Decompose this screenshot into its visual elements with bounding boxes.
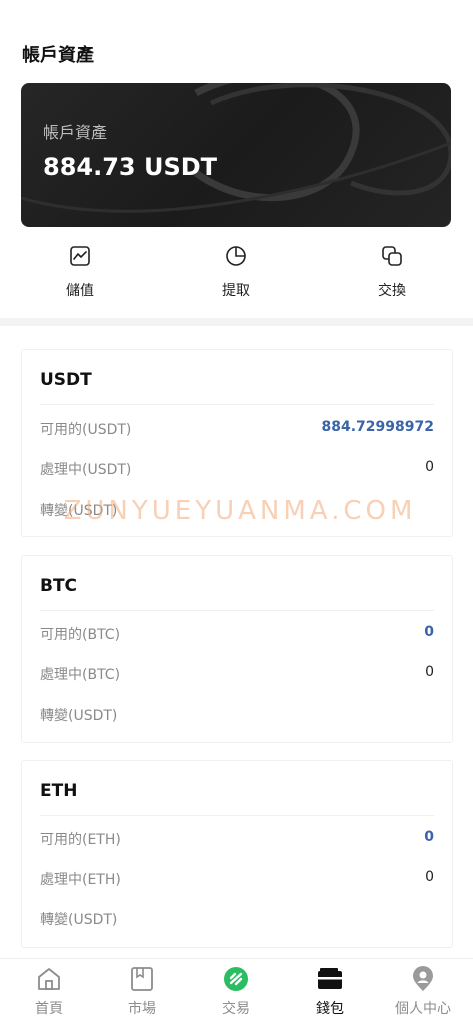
tab-market[interactable]: 市場: [97, 959, 187, 1025]
exchange-button[interactable]: 交換: [342, 240, 442, 304]
available-row: 可用的(BTC) 0: [40, 624, 434, 644]
section-divider: [0, 318, 473, 326]
tab-home-label: 首頁: [35, 1001, 63, 1017]
coin-card-btc: BTC 可用的(BTC) 0 處理中(BTC) 0 轉變(USDT): [21, 555, 453, 743]
available-label: 可用的(BTC): [40, 627, 121, 643]
exchange-label: 交換: [378, 283, 406, 299]
conversion-row[interactable]: 轉變(USDT): [40, 705, 434, 725]
tab-wallet[interactable]: 錢包: [285, 959, 375, 1025]
asset-card: 帳戶資產 884.73 USDT: [21, 83, 451, 227]
processing-row: 處理中(BTC) 0: [40, 664, 434, 684]
pie-chart-icon: [226, 246, 246, 266]
asset-value: 884.73 USDT: [43, 153, 218, 181]
tab-profile[interactable]: 個人中心: [378, 959, 468, 1025]
available-value: 0: [424, 624, 434, 640]
exchange-icon: [382, 246, 402, 266]
coin-card-eth: ETH 可用的(ETH) 0 處理中(ETH) 0 轉變(USDT): [21, 760, 453, 948]
tab-wallet-label: 錢包: [316, 1001, 344, 1017]
coin-divider: [40, 404, 434, 405]
asset-label: 帳戶資產: [43, 123, 108, 142]
conversion-row[interactable]: 轉變(USDT): [40, 909, 434, 929]
coin-title: ETH: [40, 781, 78, 801]
processing-row: 處理中(USDT) 0: [40, 459, 434, 479]
quick-actions: 儲值 提取 交換: [0, 240, 473, 310]
conversion-label: 轉變(USDT): [40, 912, 118, 928]
tab-trade-label: 交易: [222, 1001, 250, 1017]
tab-profile-label: 個人中心: [395, 1001, 451, 1017]
available-label: 可用的(ETH): [40, 832, 121, 848]
tab-market-label: 市場: [128, 1001, 156, 1017]
withdraw-button[interactable]: 提取: [186, 240, 286, 304]
available-label: 可用的(USDT): [40, 422, 132, 438]
bookmark-icon: [131, 967, 153, 991]
wallet-icon: [318, 968, 342, 989]
conversion-label: 轉變(USDT): [40, 708, 118, 724]
coin-divider: [40, 815, 434, 816]
deposit-label: 儲值: [66, 283, 94, 299]
chart-line-icon: [70, 246, 90, 266]
available-value: 0: [424, 829, 434, 845]
tab-home[interactable]: 首頁: [4, 959, 94, 1025]
available-row: 可用的(ETH) 0: [40, 829, 434, 849]
processing-label: 處理中(USDT): [40, 462, 132, 478]
processing-label: 處理中(ETH): [40, 872, 121, 888]
available-value: 884.72998972: [321, 419, 434, 435]
coin-divider: [40, 610, 434, 611]
user-location-icon: [413, 966, 433, 991]
trade-icon: [224, 967, 248, 991]
deposit-button[interactable]: 儲值: [30, 240, 130, 304]
tab-trade[interactable]: 交易: [191, 959, 281, 1025]
processing-value: 0: [425, 459, 434, 475]
home-icon: [38, 968, 60, 990]
processing-value: 0: [425, 869, 434, 885]
processing-value: 0: [425, 664, 434, 680]
coin-title: BTC: [40, 576, 78, 596]
coin-title: USDT: [40, 370, 92, 390]
processing-label: 處理中(BTC): [40, 667, 121, 683]
watermark: ZUNYUEYUANMA.COM: [63, 496, 417, 526]
withdraw-label: 提取: [222, 283, 250, 299]
processing-row: 處理中(ETH) 0: [40, 869, 434, 889]
page-title: 帳戶資產: [22, 45, 94, 66]
bottom-tabbar: 首頁 市場 交易 錢包 個人中心: [0, 958, 473, 1025]
available-row: 可用的(USDT) 884.72998972: [40, 419, 434, 439]
